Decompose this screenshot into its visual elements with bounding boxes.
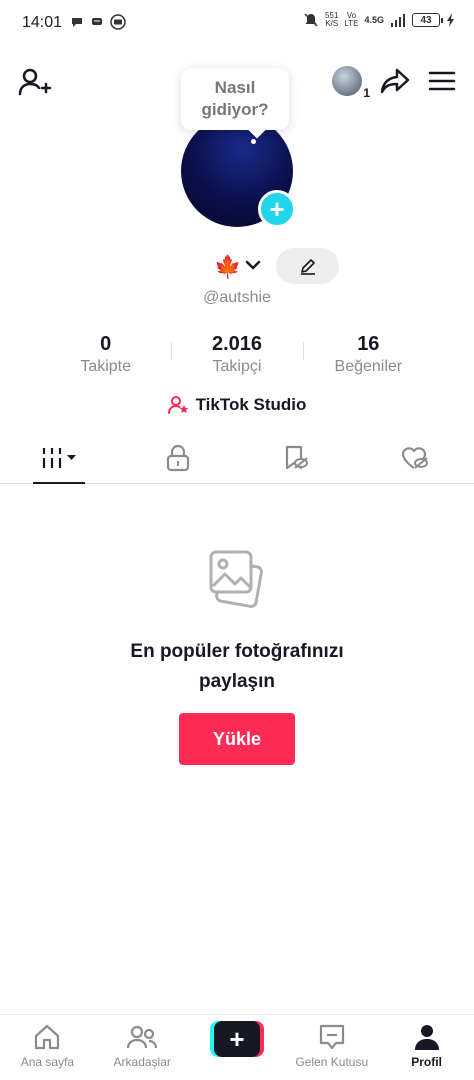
stat-label: Takipçi	[212, 358, 262, 375]
home-icon	[35, 1024, 60, 1050]
nav-inbox[interactable]: Gelen Kutusu	[284, 1015, 379, 1080]
battery-indicator: 43	[412, 13, 443, 27]
status-bar: 14:01 551 K/S Vo LTE 4.5G 43	[0, 0, 474, 44]
mute-icon	[304, 13, 318, 27]
inbox-icon	[319, 1024, 344, 1050]
signal-icon	[391, 14, 405, 27]
network-speed: 551 K/S	[325, 11, 339, 28]
plus-icon: +	[269, 193, 285, 224]
network-type: 4.5G	[364, 15, 384, 25]
profile-icon	[414, 1025, 439, 1050]
charging-icon	[447, 13, 454, 27]
status-right: 551 K/S Vo LTE 4.5G 43	[303, 12, 456, 28]
stat-label: Takipte	[80, 358, 132, 375]
status-bubble[interactable]: Nasıl gidiyor?	[181, 68, 289, 130]
tab-liked[interactable]	[356, 432, 474, 483]
tab-saved[interactable]	[237, 432, 356, 483]
hidden-bookmark-icon	[286, 445, 309, 469]
empty-state-title: En popüler fotoğrafınızı paylaşın	[130, 641, 344, 692]
nav-label: Profil	[411, 1055, 442, 1069]
stat-value: 0	[100, 333, 112, 355]
photos-icon	[209, 550, 263, 608]
stat-followers[interactable]: 2.016 Takipçi	[171, 332, 302, 382]
notification-icons	[70, 14, 126, 30]
top-right-actions: 1	[332, 66, 456, 100]
volte-indicator: Vo LTE	[344, 11, 359, 28]
stat-label: Beğeniler	[334, 358, 403, 375]
account-count: 1	[363, 86, 370, 100]
bubble-line-1: Nasıl	[214, 78, 256, 97]
pencil-icon	[300, 259, 315, 275]
hidden-heart-icon	[401, 446, 428, 469]
menu-icon[interactable]	[428, 69, 456, 93]
nav-friends[interactable]: Arkadaşlar	[95, 1015, 190, 1080]
studio-label: TikTok Studio	[195, 395, 307, 414]
nav-home[interactable]: Ana sayfa	[0, 1015, 95, 1080]
grid-sort-icon	[43, 447, 77, 468]
status-time: 14:01	[22, 14, 63, 31]
create-button[interactable]: +	[209, 1021, 264, 1057]
lock-icon	[166, 444, 189, 471]
nav-profile[interactable]: Profil	[379, 1015, 474, 1080]
stat-value: 16	[357, 333, 380, 355]
message-icon	[92, 18, 102, 25]
nav-label: Gelen Kutusu	[295, 1055, 369, 1069]
nav-create[interactable]: +	[190, 1015, 285, 1080]
upload-button[interactable]: Yükle	[179, 713, 295, 765]
share-icon[interactable]	[380, 67, 410, 95]
display-name-row: 🍁	[0, 248, 474, 284]
profile-stats: 0 Takipte 2.016 Takipçi 16 Beğeniler	[40, 332, 434, 382]
chat-bubble-icon	[72, 18, 82, 27]
friends-icon	[127, 1025, 158, 1049]
youtube-icon	[110, 14, 126, 30]
bottom-navigation: Ana sayfa Arkadaşlar + Gelen Kutusu Prof…	[0, 1014, 474, 1080]
studio-user-star-icon	[167, 396, 188, 414]
stat-value: 2.016	[211, 333, 263, 355]
nav-label: Ana sayfa	[20, 1055, 75, 1069]
nav-label: Arkadaşlar	[113, 1055, 171, 1069]
content-tabs	[0, 432, 474, 484]
tiktok-studio-link[interactable]: TikTok Studio	[0, 394, 474, 416]
tab-private[interactable]	[119, 432, 238, 483]
avatar-star	[251, 139, 256, 144]
bubble-line-2: gidiyor?	[201, 100, 269, 119]
account-switch-avatar[interactable]: 1	[332, 66, 370, 100]
add-story-button[interactable]: +	[258, 190, 296, 228]
chevron-down-icon[interactable]	[244, 256, 262, 274]
add-friend-button[interactable]	[16, 64, 52, 100]
maple-leaf-icon: 🍁	[214, 254, 242, 279]
add-user-icon	[18, 68, 52, 96]
plus-icon: +	[213, 1021, 260, 1057]
edit-profile-button[interactable]	[276, 248, 339, 284]
tab-videos[interactable]	[0, 432, 119, 484]
username: @autshie	[203, 289, 271, 306]
empty-state: En popüler fotoğrafınızı paylaşın Yükle	[0, 548, 474, 765]
stat-following[interactable]: 0 Takipte	[40, 332, 171, 382]
stat-likes[interactable]: 16 Beğeniler	[302, 332, 434, 382]
